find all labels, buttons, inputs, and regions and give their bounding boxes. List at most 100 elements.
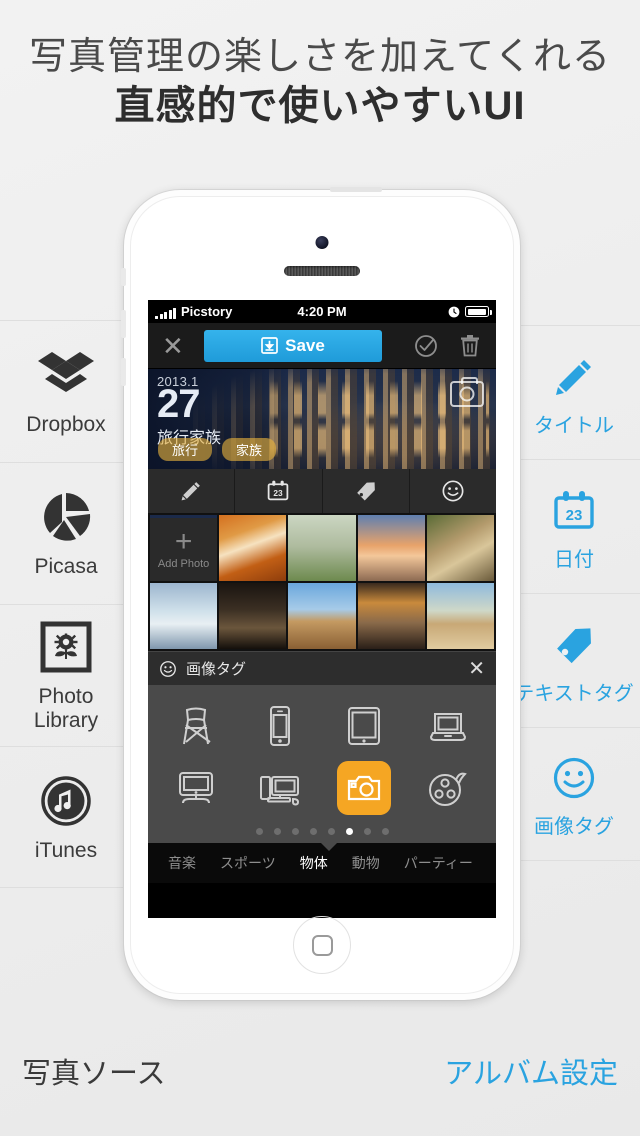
itunes-icon bbox=[40, 772, 92, 830]
toolbar-right-actions bbox=[414, 334, 482, 358]
photo-thumbnail-grid: + Add Photo bbox=[148, 513, 496, 651]
page-dot[interactable] bbox=[327, 828, 335, 835]
calendar-badge: 23 bbox=[274, 488, 284, 498]
album-settings-sidebar: タイトル 23 日付 テキストタグ 画像タグ bbox=[508, 325, 640, 861]
tag-icon-row bbox=[154, 757, 490, 819]
smiley-icon bbox=[551, 749, 597, 807]
page-dot[interactable] bbox=[381, 828, 389, 835]
headline-line-1: 写真管理の楽しさを加えてくれる bbox=[29, 36, 611, 78]
volume-down-button[interactable] bbox=[121, 358, 126, 386]
tag-icon-smartphone[interactable] bbox=[238, 695, 322, 757]
sidebar-item-dropbox[interactable]: Dropbox bbox=[0, 320, 132, 462]
album-tag[interactable]: 旅行 bbox=[158, 438, 213, 461]
thumbnail-night-street[interactable] bbox=[219, 583, 287, 649]
editor-tool-row: 23 bbox=[148, 469, 496, 513]
sidebar-item-itunes[interactable]: iTunes bbox=[0, 746, 132, 888]
desktop-pc-icon bbox=[260, 776, 300, 806]
volume-up-button[interactable] bbox=[121, 310, 126, 338]
tab-objects[interactable]: 物体 bbox=[288, 853, 340, 873]
page-dot-active[interactable] bbox=[345, 828, 353, 835]
page-dot[interactable] bbox=[363, 828, 371, 835]
tag-icon-row bbox=[154, 695, 490, 757]
page-dot[interactable] bbox=[255, 828, 263, 835]
check-circle-icon[interactable] bbox=[414, 334, 438, 358]
close-icon[interactable]: ✕ bbox=[162, 333, 204, 359]
sidebar-item-label-line1: Photo bbox=[38, 685, 94, 709]
sidebar-item-label: Photo Library bbox=[34, 685, 98, 732]
page-dot[interactable] bbox=[273, 828, 281, 835]
sidebar-item-title[interactable]: タイトル bbox=[508, 325, 640, 459]
thumbnail-desert-dune[interactable] bbox=[288, 583, 356, 649]
page-dot[interactable] bbox=[291, 828, 299, 835]
image-tag-panel-title: 画像タグ bbox=[186, 661, 247, 678]
edit-tool-date[interactable]: 23 bbox=[235, 469, 323, 513]
sidebar-item-label-line2: Library bbox=[33, 709, 99, 732]
tag-icon-monitor[interactable] bbox=[154, 757, 238, 819]
page-headline: 写真管理の楽しさを加えてくれる 直感的で使いやすいUI bbox=[0, 38, 640, 126]
chair-icon bbox=[183, 707, 211, 745]
tag-icon-camera-selected[interactable] bbox=[322, 757, 406, 819]
laptop-icon bbox=[429, 713, 467, 741]
add-photo-button[interactable]: + Add Photo bbox=[150, 515, 218, 581]
thumbnail-glacier[interactable] bbox=[150, 583, 218, 649]
tag-icon-tablet[interactable] bbox=[322, 695, 406, 757]
trash-icon[interactable] bbox=[460, 334, 480, 357]
sidebar-item-image-tag[interactable]: 画像タグ bbox=[508, 727, 640, 861]
album-tag[interactable]: 家族 bbox=[222, 438, 277, 461]
album-cover-hero[interactable]: 2013.1 27 旅行家族 旅行 家族 bbox=[148, 369, 496, 469]
home-square-icon bbox=[311, 934, 333, 956]
thumbnail-bird[interactable] bbox=[288, 515, 356, 581]
close-icon[interactable]: ✕ bbox=[468, 659, 485, 679]
pencil-icon bbox=[181, 482, 200, 501]
edit-tool-text-tag[interactable] bbox=[323, 469, 410, 513]
mute-switch[interactable] bbox=[121, 268, 126, 286]
tab-party[interactable]: パーティー bbox=[392, 853, 485, 873]
album-year: 2013.1 bbox=[157, 374, 199, 389]
smartphone-icon bbox=[270, 706, 290, 746]
tag-icon bbox=[356, 482, 375, 501]
photo-source-sidebar: Dropbox Picasa Photo Library iTunes bbox=[0, 320, 132, 888]
save-button[interactable]: Save bbox=[204, 329, 382, 362]
active-tab-caret bbox=[320, 842, 338, 851]
tab-sports[interactable]: スポーツ bbox=[208, 853, 288, 873]
tablet-icon bbox=[348, 707, 380, 745]
tag-icon-desktop-pc[interactable] bbox=[238, 757, 322, 819]
thumbnail-row: + Add Photo bbox=[148, 515, 496, 583]
picasa-icon bbox=[40, 488, 92, 546]
sidebar-item-text-tag[interactable]: テキストタグ bbox=[508, 593, 640, 727]
photo-library-icon bbox=[40, 618, 92, 676]
thumbnail-canyon[interactable] bbox=[219, 515, 287, 581]
sidebar-item-photo-library[interactable]: Photo Library bbox=[0, 604, 132, 746]
camera-icon[interactable] bbox=[450, 377, 484, 407]
home-button[interactable] bbox=[293, 916, 351, 974]
sidebar-item-label: テキストタグ bbox=[514, 682, 634, 705]
front-camera-icon bbox=[315, 236, 329, 249]
thumbnail-beach-silhouette[interactable] bbox=[357, 583, 425, 649]
tag-icon-film-reel[interactable] bbox=[406, 757, 490, 819]
thumbnail-leopard[interactable] bbox=[426, 515, 495, 581]
page-dot[interactable] bbox=[309, 828, 317, 835]
tag-icon-grid bbox=[148, 685, 496, 843]
tab-animals[interactable]: 動物 bbox=[340, 853, 392, 873]
selected-tag-chip[interactable] bbox=[337, 761, 391, 815]
calendar-icon: 23 bbox=[268, 480, 289, 501]
sidebar-item-label: Dropbox bbox=[26, 413, 106, 437]
tab-music[interactable]: 音楽 bbox=[156, 853, 208, 873]
calendar-icon: 23 bbox=[551, 482, 597, 540]
thumbnail-row bbox=[148, 583, 496, 651]
tag-icon-chair[interactable] bbox=[154, 695, 238, 757]
sidebar-item-date[interactable]: 23 日付 bbox=[508, 459, 640, 593]
footer-album-settings-label: アルバム設定 bbox=[444, 1058, 618, 1090]
edit-tool-image-tag[interactable] bbox=[410, 469, 496, 513]
dropbox-icon bbox=[37, 346, 95, 404]
thumbnail-pyramids[interactable] bbox=[426, 583, 495, 649]
image-tag-panel-header: 画像タグ ✕ bbox=[148, 651, 496, 685]
thumbnail-sunset-pier[interactable] bbox=[357, 515, 425, 581]
album-tag-list: 旅行 家族 bbox=[158, 438, 277, 461]
earpiece-speaker bbox=[284, 266, 360, 276]
sidebar-item-picasa[interactable]: Picasa bbox=[0, 462, 132, 604]
tag-icon-laptop[interactable] bbox=[406, 695, 490, 757]
edit-tool-title[interactable] bbox=[148, 469, 236, 513]
tag-category-tabs: 音楽 スポーツ 物体 動物 パーティー bbox=[148, 842, 496, 883]
power-button[interactable] bbox=[330, 187, 382, 192]
